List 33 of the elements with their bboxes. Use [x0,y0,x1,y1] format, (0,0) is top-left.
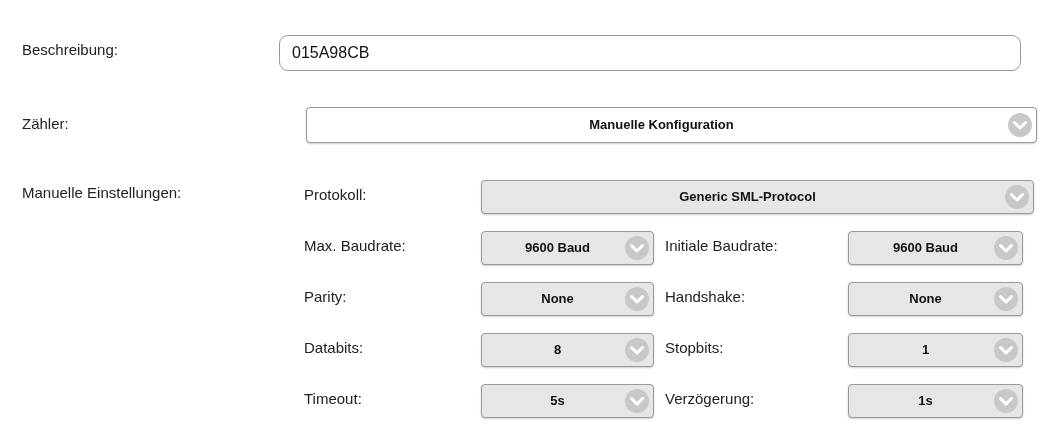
chevron-down-icon [625,389,649,413]
field-label: Verzögerung: [664,389,756,409]
field-label: Beschreibung: [21,40,119,60]
field-label: Protokoll: [304,185,368,205]
section-label: Manuelle Einstellungen: [21,183,183,203]
dropdown[interactable]: 5s [481,384,654,418]
chevron-down-icon [625,287,649,311]
dropdown[interactable]: None [848,282,1023,316]
dropdown[interactable]: 9600 Baud [848,231,1023,265]
chevron-down-icon [994,389,1018,413]
chevron-down-icon [625,236,649,260]
chevron-down-icon [994,287,1018,311]
dropdown[interactable]: Generic SML-Protocol [481,180,1034,214]
input-field[interactable]: 015A98CB [279,35,1021,71]
field-label: Parity: [304,287,348,307]
field-label: Stopbits: [664,338,725,358]
chevron-down-icon [994,236,1018,260]
dropdown[interactable]: 1 [848,333,1023,367]
field-label: Databits: [304,338,365,358]
field-label: Max. Baudrate: [304,236,407,256]
chevron-down-icon [1005,185,1029,209]
dropdown[interactable]: 8 [481,333,654,367]
chevron-down-icon [625,338,649,362]
dropdown[interactable]: Manuelle Konfiguration [306,107,1037,143]
field-label: Timeout: [304,389,363,409]
dropdown[interactable]: 1s [848,384,1023,418]
field-label: Initiale Baudrate: [664,236,779,256]
dropdown[interactable]: None [481,282,654,316]
field-label: Zähler: [21,114,70,134]
chevron-down-icon [1008,113,1032,137]
field-label: Handshake: [664,287,747,307]
dropdown[interactable]: 9600 Baud [481,231,654,265]
chevron-down-icon [994,338,1018,362]
